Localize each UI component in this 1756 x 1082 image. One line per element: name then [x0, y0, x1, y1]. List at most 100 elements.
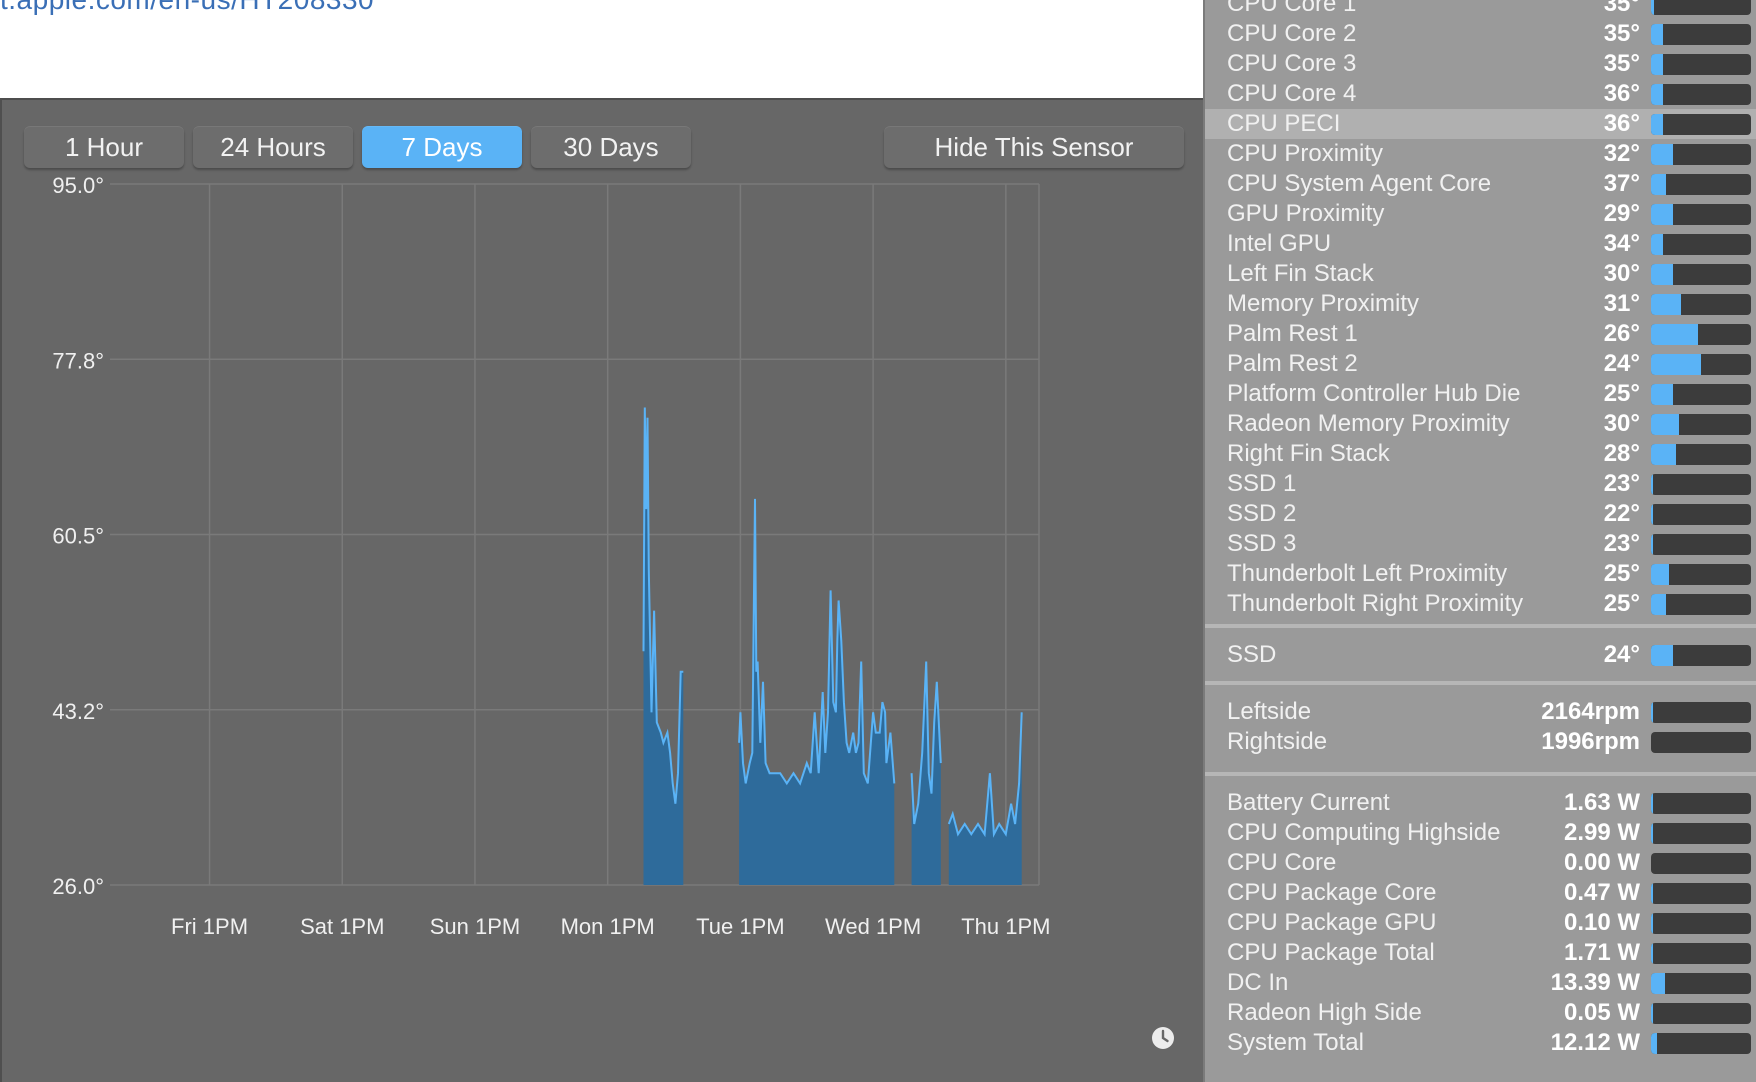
- sensor-level-bar: [1651, 823, 1751, 844]
- sensor-level-fill: [1651, 702, 1653, 723]
- sensor-name: Rightside: [1227, 728, 1328, 755]
- sensor-name: Radeon Memory Proximity: [1227, 410, 1510, 437]
- sensor-row[interactable]: CPU System Agent Core 37°: [1205, 169, 1756, 199]
- x-tick-label: Sat 1PM: [300, 914, 384, 939]
- tab-1-hour[interactable]: 1 Hour: [24, 126, 184, 168]
- sensor-level-fill: [1651, 24, 1663, 45]
- sensor-level-bar: [1651, 732, 1751, 753]
- sensor-name: GPU Proximity: [1227, 200, 1385, 227]
- sensor-level-fill: [1651, 594, 1666, 615]
- sensor-level-bar: [1651, 84, 1751, 105]
- sensor-level-bar: [1651, 943, 1751, 964]
- sensor-name: CPU Package GPU: [1227, 909, 1437, 936]
- sensor-row[interactable]: Platform Controller Hub Die 25°: [1205, 379, 1756, 409]
- sensor-value: 0.47 W: [1563, 879, 1640, 906]
- clock-icon[interactable]: [1151, 1026, 1175, 1050]
- sensor-level-fill: [1651, 534, 1653, 555]
- sensor-row[interactable]: Leftside 2164rpm: [1205, 697, 1756, 727]
- sensor-row[interactable]: Rightside 1996rpm: [1205, 727, 1756, 757]
- sensor-row[interactable]: CPU Core 4 36°: [1205, 79, 1756, 109]
- sensor-name: Palm Rest 1: [1227, 320, 1358, 347]
- sensor-level-bar: [1651, 324, 1751, 345]
- sensor-name: CPU Core 3: [1227, 50, 1357, 77]
- sensor-name: CPU Core: [1227, 849, 1337, 876]
- sensor-value: 2.99 W: [1563, 819, 1640, 846]
- sensor-name: Battery Current: [1227, 789, 1390, 816]
- page-url-text[interactable]: t.apple.com/en-us/HT208330: [0, 0, 374, 16]
- hide-sensor-button[interactable]: Hide This Sensor: [884, 126, 1184, 168]
- sensor-row[interactable]: CPU Package Core 0.47 W: [1205, 878, 1756, 908]
- sensor-name: CPU Proximity: [1227, 140, 1384, 167]
- sensor-value: 22°: [1603, 500, 1640, 527]
- sensor-level-fill: [1651, 234, 1663, 255]
- tab-24-hours[interactable]: 24 Hours: [193, 126, 353, 168]
- sensor-level-fill: [1651, 54, 1663, 75]
- sensor-name: CPU Core 1: [1227, 0, 1357, 17]
- sensor-name: CPU PECI: [1227, 110, 1341, 137]
- sensor-level-fill: [1651, 204, 1673, 225]
- sensor-name: SSD: [1227, 641, 1277, 668]
- sensor-row[interactable]: Battery Current 1.63 W: [1205, 788, 1756, 818]
- sensor-value: 24°: [1603, 641, 1640, 668]
- sensor-row[interactable]: CPU Package GPU 0.10 W: [1205, 908, 1756, 938]
- sensor-name: Left Fin Stack: [1227, 260, 1374, 287]
- sensor-row[interactable]: CPU Core 2 35°: [1205, 19, 1756, 49]
- sensor-row[interactable]: CPU Proximity 32°: [1205, 139, 1756, 169]
- sensor-level-fill: [1651, 1033, 1657, 1054]
- sensor-level-bar: [1651, 384, 1751, 405]
- sensor-row[interactable]: GPU Proximity 29°: [1205, 199, 1756, 229]
- sensor-level-bar: [1651, 594, 1751, 615]
- sensor-row[interactable]: SSD 3 23°: [1205, 529, 1756, 559]
- sensor-value: 37°: [1603, 170, 1640, 197]
- sensor-row[interactable]: Palm Rest 1 26°: [1205, 319, 1756, 349]
- sensor-value: 24°: [1603, 350, 1640, 377]
- sensor-row[interactable]: Thunderbolt Left Proximity 25°: [1205, 559, 1756, 589]
- sensor-value: 23°: [1603, 530, 1640, 557]
- sensor-value: 1.71 W: [1563, 939, 1640, 966]
- sensor-level-fill: [1651, 174, 1666, 195]
- sensor-group-divider: [1205, 624, 1756, 628]
- sensor-level-bar: [1651, 504, 1751, 525]
- sensor-value: 29°: [1603, 200, 1640, 227]
- sensor-level-bar: [1651, 564, 1751, 585]
- sensor-row[interactable]: Radeon High Side 0.05 W: [1205, 998, 1756, 1028]
- sensor-row[interactable]: System Total 12.12 W: [1205, 1028, 1756, 1058]
- sensor-row[interactable]: SSD 2 22°: [1205, 499, 1756, 529]
- sensor-level-bar: [1651, 354, 1751, 375]
- browser-page-background: t.apple.com/en-us/HT208330: [0, 0, 1203, 100]
- sensor-level-bar: [1651, 24, 1751, 45]
- sensor-row[interactable]: CPU Core 0.00 W: [1205, 848, 1756, 878]
- sensor-name: Thunderbolt Right Proximity: [1227, 590, 1524, 617]
- sensor-row[interactable]: CPU Package Total 1.71 W: [1205, 938, 1756, 968]
- sensor-level-bar: [1651, 1033, 1751, 1054]
- sensor-value: 30°: [1603, 260, 1640, 287]
- y-tick-label: 26.0°: [52, 874, 104, 899]
- sensor-row[interactable]: Right Fin Stack 28°: [1205, 439, 1756, 469]
- sensor-row[interactable]: CPU PECI 36°: [1205, 109, 1756, 139]
- sensor-name: Platform Controller Hub Die: [1227, 380, 1521, 407]
- sensor-name: SSD 2: [1227, 500, 1297, 527]
- tab-7-days[interactable]: 7 Days: [362, 126, 522, 168]
- sensor-level-fill: [1651, 414, 1679, 435]
- sensor-name: CPU Package Total: [1227, 939, 1435, 966]
- tab-30-days[interactable]: 30 Days: [531, 126, 691, 168]
- sensor-row[interactable]: CPU Computing Highside 2.99 W: [1205, 818, 1756, 848]
- sensor-row[interactable]: CPU Core 3 35°: [1205, 49, 1756, 79]
- sensor-name: CPU System Agent Core: [1227, 170, 1492, 197]
- sensor-row[interactable]: SSD 1 23°: [1205, 469, 1756, 499]
- sensor-value: 0.00 W: [1563, 849, 1640, 876]
- sensor-row[interactable]: Memory Proximity 31°: [1205, 289, 1756, 319]
- sensor-name: CPU Computing Highside: [1227, 819, 1501, 846]
- sensor-row[interactable]: Intel GPU 34°: [1205, 229, 1756, 259]
- sensor-value: 34°: [1603, 230, 1640, 257]
- sensor-row[interactable]: CPU Core 1 35°: [1205, 0, 1756, 19]
- sensor-name: CPU Core 4: [1227, 80, 1357, 107]
- sensor-level-fill: [1651, 114, 1663, 135]
- sensor-row[interactable]: SSD 24°: [1205, 640, 1756, 670]
- sensor-row[interactable]: Thunderbolt Right Proximity 25°: [1205, 589, 1756, 619]
- sensor-row[interactable]: Palm Rest 2 24°: [1205, 349, 1756, 379]
- sensor-row[interactable]: Radeon Memory Proximity 30°: [1205, 409, 1756, 439]
- sensor-row[interactable]: Left Fin Stack 30°: [1205, 259, 1756, 289]
- sensor-row[interactable]: DC In 13.39 W: [1205, 968, 1756, 998]
- sensor-level-fill: [1651, 973, 1665, 994]
